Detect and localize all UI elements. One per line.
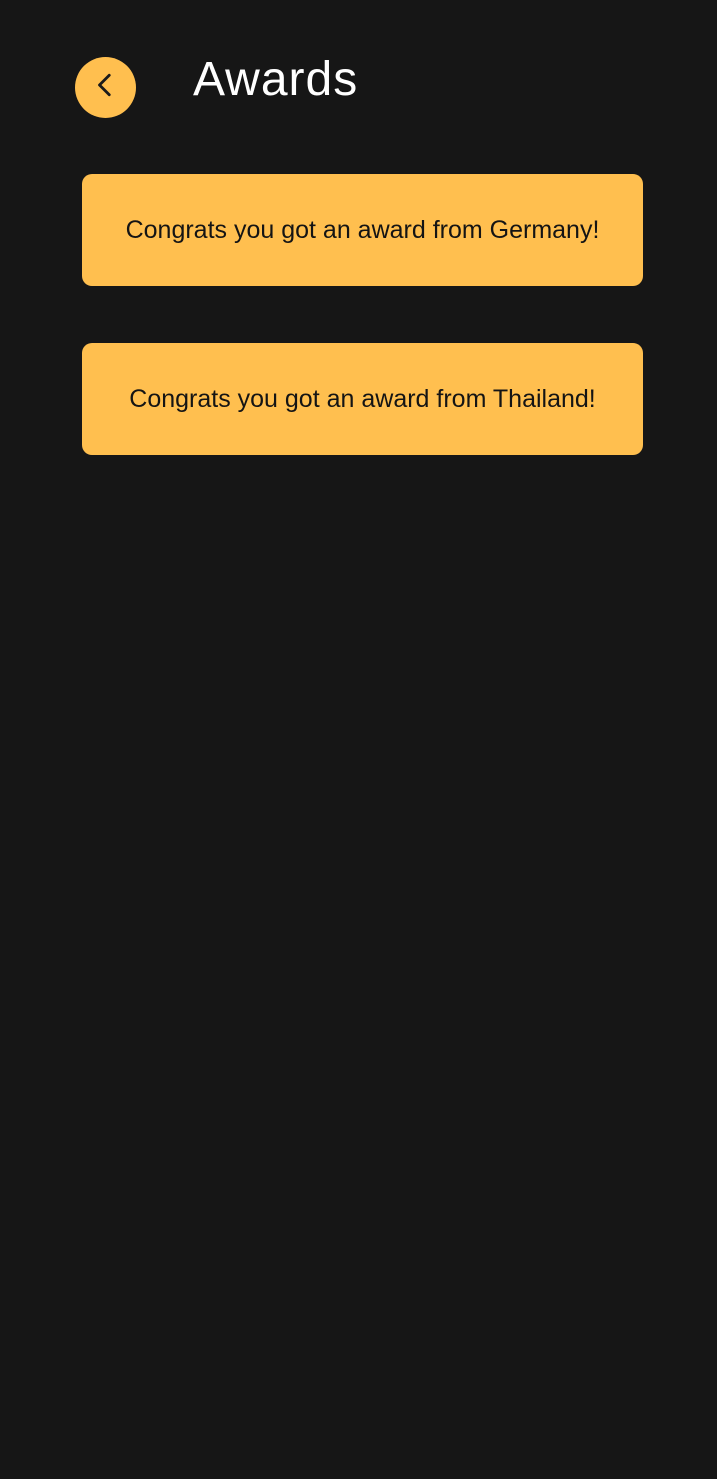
award-message: Congrats you got an award from Germany! (125, 215, 600, 244)
back-button[interactable] (75, 57, 136, 118)
award-card-thailand[interactable]: Congrats you got an award from Thailand! (82, 343, 643, 455)
page-title: Awards (193, 53, 359, 106)
chevron-left-icon (93, 72, 119, 103)
award-card-germany[interactable]: Congrats you got an award from Germany! (82, 174, 643, 286)
awards-list: Congrats you got an award from Germany! … (82, 174, 643, 512)
award-message: Congrats you got an award from Thailand! (129, 384, 596, 413)
